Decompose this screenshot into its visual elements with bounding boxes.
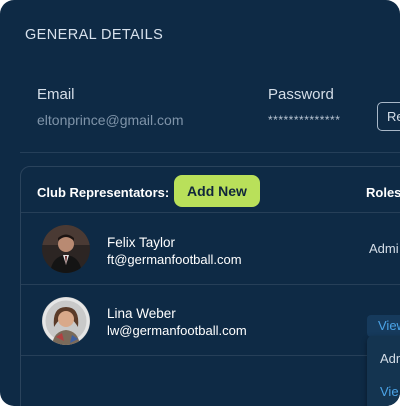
person-name: Felix Taylor — [107, 235, 176, 250]
divider — [20, 152, 400, 153]
dropdown-item-viewer[interactable]: Vie — [380, 384, 399, 399]
password-value: ************** — [268, 113, 341, 127]
person-photo-icon — [42, 297, 90, 345]
representatives-title: Club Representators: — [37, 185, 170, 200]
role-select-button[interactable]: View — [367, 315, 400, 337]
general-details-panel: GENERAL DETAILS Email eltonprince@gmail.… — [0, 0, 400, 406]
password-label: Password — [268, 86, 334, 103]
person-email: lw@germanfootball.com — [107, 323, 247, 338]
add-new-button[interactable]: Add New — [174, 175, 260, 207]
avatar — [42, 225, 90, 273]
avatar — [42, 297, 90, 345]
person-email: ft@germanfootball.com — [107, 252, 242, 267]
row-divider — [21, 212, 400, 213]
roles-column-header: Roles — [366, 185, 400, 200]
row-divider — [21, 355, 400, 356]
dropdown-item-admin[interactable]: Adm — [380, 351, 400, 366]
reset-password-button[interactable]: Re — [377, 102, 400, 131]
row-divider — [21, 284, 400, 285]
role-value: Admi — [369, 241, 399, 256]
person-photo-icon — [42, 225, 90, 273]
email-value: eltonprince@gmail.com — [37, 112, 184, 128]
section-title: GENERAL DETAILS — [25, 27, 164, 43]
email-label: Email — [37, 86, 75, 103]
person-name: Lina Weber — [107, 306, 176, 321]
